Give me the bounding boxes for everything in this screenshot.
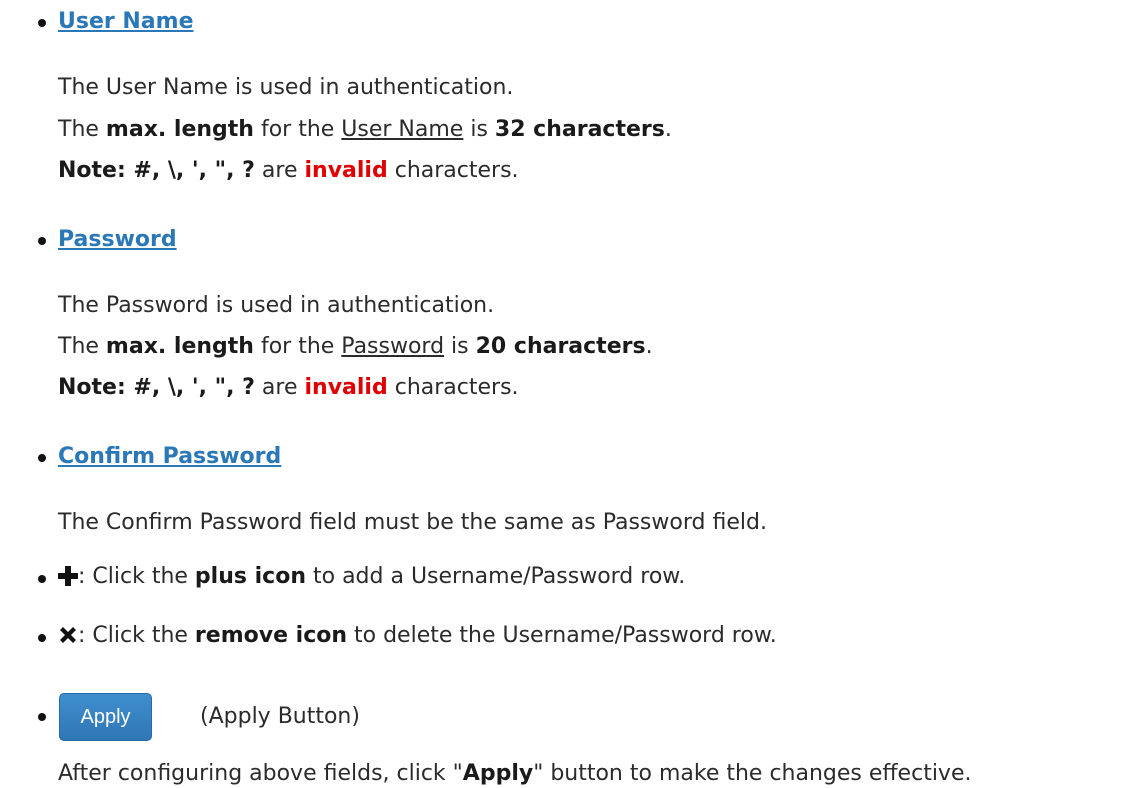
bullet [38, 634, 46, 642]
confirm-password-desc: The Confirm Password field must be the s… [58, 510, 767, 535]
apply-button[interactable]: Apply [59, 693, 152, 741]
password-desc: The Password is used in authentication. [58, 293, 495, 318]
apply-desc: After configuring above fields, click "A… [58, 761, 972, 786]
confirm-password-heading[interactable]: Confirm Password [58, 443, 281, 471]
remove-icon [58, 625, 78, 653]
user-name-maxlength: The max. length for the User Name is 32 … [58, 117, 672, 142]
password-heading[interactable]: Password [58, 226, 177, 254]
bullet [38, 713, 46, 721]
bullet [38, 237, 46, 245]
bullet [38, 575, 46, 583]
plus-item: : Click the plus icon to add a Username/… [58, 563, 685, 594]
remove-item: : Click the remove icon to delete the Us… [58, 622, 777, 653]
apply-button-caption: (Apply Button) [200, 704, 360, 729]
password-maxlength: The max. length for the Password is 20 c… [58, 334, 653, 359]
user-name-desc: The User Name is used in authentication. [58, 75, 514, 100]
user-name-note: Note: #, \, ', ", ? are invalid characte… [58, 158, 519, 183]
bullet [38, 19, 46, 27]
password-note: Note: #, \, ', ", ? are invalid characte… [58, 375, 519, 400]
user-name-heading[interactable]: User Name [58, 8, 194, 36]
plus-icon [58, 566, 78, 594]
bullet [38, 454, 46, 462]
